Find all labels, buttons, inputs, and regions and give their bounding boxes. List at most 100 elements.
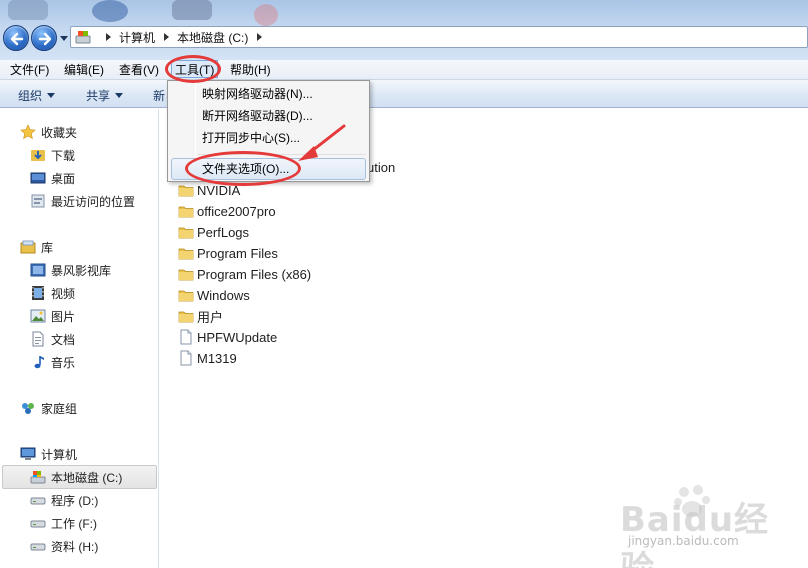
- file-name: office2007pro: [197, 203, 276, 219]
- drive-icon: [75, 31, 91, 44]
- folder-icon: [178, 185, 194, 197]
- nav-item-label: 下载: [51, 148, 76, 163]
- breadcrumb-computer[interactable]: 计算机: [119, 29, 155, 46]
- file-name: Program Files: [197, 245, 278, 261]
- menu-view[interactable]: 查看(V): [119, 62, 159, 78]
- breadcrumb-local-disk[interactable]: 本地磁盘 (C:): [177, 29, 248, 46]
- folder-item-windows[interactable]: Windows: [178, 285, 250, 305]
- nav-item-documents[interactable]: 文档: [0, 328, 159, 350]
- music-note-icon: [34, 356, 44, 369]
- history-dropdown-icon[interactable]: [60, 34, 68, 42]
- menu-item-open-sync-center[interactable]: 打开同步中心(S)...: [202, 128, 300, 148]
- file-name: 用户: [197, 309, 224, 325]
- share-button[interactable]: 共享: [86, 87, 124, 104]
- nav-computer[interactable]: 计算机: [0, 443, 159, 465]
- file-name: Program Files (x86): [197, 266, 312, 282]
- computer-icon: [20, 447, 36, 460]
- command-bar: 组织 共享 新: [0, 80, 808, 108]
- chevron-right-icon[interactable]: [254, 32, 264, 42]
- folder-item-program-files[interactable]: Program Files: [178, 243, 278, 263]
- menu-help[interactable]: 帮助(H): [230, 62, 271, 78]
- watermark-url: jingyan.baidu.com: [628, 534, 739, 548]
- desktop-icon-glimpse: [8, 0, 48, 20]
- drive-icon: [30, 520, 46, 528]
- file-icon: [180, 350, 192, 366]
- nav-item-label: 最近访问的位置: [51, 194, 136, 209]
- nav-homegroup[interactable]: 家庭组: [0, 397, 159, 419]
- nav-libraries[interactable]: 库: [0, 236, 159, 258]
- menu-edit[interactable]: 编辑(E): [64, 62, 104, 78]
- star-icon: [20, 124, 36, 140]
- video-library-icon: [30, 263, 46, 277]
- nav-favorites-label: 收藏夹: [41, 125, 78, 140]
- homegroup-icon: [22, 403, 34, 414]
- share-label: 共享: [86, 89, 111, 103]
- nav-item-label: 桌面: [51, 171, 76, 186]
- drive-icon: [30, 497, 46, 505]
- drive-icon: [30, 543, 46, 551]
- arrow-right-icon: [38, 32, 52, 46]
- navigation-pane: 收藏夹 下载 桌面 最近访问的位置 库 暴风影视库 视频 图片 文档 音乐 家庭…: [0, 109, 159, 568]
- chevron-right-icon[interactable]: [161, 32, 171, 42]
- nav-item-music[interactable]: 音乐: [0, 351, 159, 373]
- menu-bar: 文件(F) 编辑(E) 查看(V) 工具(T) 帮助(H): [0, 60, 808, 80]
- desktop-icon: [30, 172, 46, 184]
- nav-libraries-label: 库: [41, 240, 54, 255]
- file-item-hpfwupdate[interactable]: HPFWUpdate: [178, 327, 277, 347]
- folder-icon: [178, 206, 194, 218]
- recent-places-icon: [31, 194, 45, 208]
- nav-computer-label: 计算机: [41, 447, 78, 462]
- nav-item-label: 文档: [51, 332, 76, 347]
- desktop-icon-glimpse: [254, 4, 278, 26]
- folder-item-perflogs[interactable]: PerfLogs: [178, 222, 249, 242]
- folder-icon: [178, 227, 194, 239]
- menu-file[interactable]: 文件(F): [10, 62, 49, 78]
- folder-item-program-files-x86[interactable]: Program Files (x86): [178, 264, 311, 284]
- file-name: M1319: [197, 350, 237, 366]
- nav-item-downloads[interactable]: 下载: [0, 144, 159, 166]
- desktop-icon-glimpse: [172, 0, 212, 20]
- chevron-down-icon: [115, 93, 124, 98]
- nav-item-label: 本地磁盘 (C:): [51, 470, 123, 485]
- folder-icon: [178, 311, 194, 323]
- picture-icon: [30, 309, 46, 323]
- nav-item-desktop[interactable]: 桌面: [0, 167, 159, 189]
- download-folder-icon: [31, 150, 45, 161]
- forward-button[interactable]: [31, 25, 57, 51]
- nav-item-drive-c[interactable]: 本地磁盘 (C:): [0, 466, 159, 488]
- file-name: PerfLogs: [197, 224, 250, 240]
- nav-item-drive-d[interactable]: 程序 (D:): [0, 489, 159, 511]
- nav-item-label: 工作 (F:): [51, 516, 97, 531]
- nav-favorites[interactable]: 收藏夹: [0, 121, 159, 143]
- menu-item-map-network-drive[interactable]: 映射网络驱动器(N)...: [202, 84, 313, 104]
- file-icon: [180, 329, 192, 345]
- file-name: Windows: [197, 287, 250, 303]
- nav-item-drive-h[interactable]: 资料 (H:): [0, 535, 159, 557]
- folder-icon: [178, 248, 194, 260]
- arrow-left-icon: [10, 32, 24, 46]
- chevron-right-icon[interactable]: [103, 32, 113, 42]
- library-icon: [20, 240, 36, 254]
- folder-item-users[interactable]: 用户: [178, 306, 223, 326]
- folder-item-office2007pro[interactable]: office2007pro: [178, 201, 276, 221]
- nav-item-pictures[interactable]: 图片: [0, 305, 159, 327]
- annotation-circle-tools: [165, 55, 221, 83]
- annotation-circle-folder-options: [185, 151, 301, 186]
- organize-button[interactable]: 组织: [18, 87, 56, 104]
- desktop-icon-glimpse: [92, 0, 128, 22]
- nav-item-recent-places[interactable]: 最近访问的位置: [0, 190, 159, 212]
- back-button[interactable]: [3, 25, 29, 51]
- baidu-jingyan-watermark: Baidu经验 jingyan.baidu.com: [616, 482, 786, 568]
- nav-item-baofeng-library[interactable]: 暴风影视库: [0, 259, 159, 281]
- nav-item-videos[interactable]: 视频: [0, 282, 159, 304]
- nav-homegroup-label: 家庭组: [41, 401, 78, 416]
- new-folder-button[interactable]: 新: [153, 87, 165, 104]
- obscured-item-text: ution: [367, 160, 396, 175]
- nav-item-drive-f[interactable]: 工作 (F:): [0, 512, 159, 534]
- file-item-m1319[interactable]: M1319: [178, 348, 237, 368]
- address-bar[interactable]: 计算机 本地磁盘 (C:): [70, 26, 808, 48]
- document-icon: [32, 331, 44, 347]
- folder-icon: [178, 290, 194, 302]
- nav-item-label: 资料 (H:): [51, 539, 99, 554]
- window-titlebar: 计算机 本地磁盘 (C:): [0, 0, 808, 60]
